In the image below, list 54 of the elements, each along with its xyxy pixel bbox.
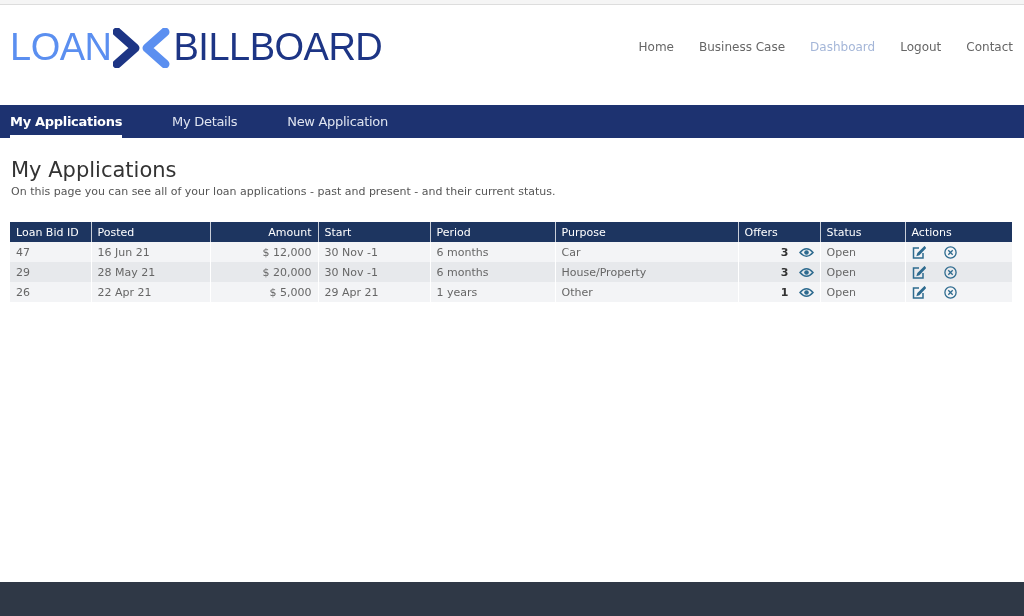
table-cell: 1 years xyxy=(430,282,555,302)
table-cell: Car xyxy=(555,242,738,262)
cancel-icon[interactable] xyxy=(943,285,957,299)
page-heading: My Applications xyxy=(11,158,178,182)
tab[interactable]: My Details xyxy=(172,105,238,138)
nav-link[interactable]: Logout xyxy=(900,40,942,54)
table-cell: 30 Nov -1 xyxy=(318,242,430,262)
eye-icon[interactable] xyxy=(798,287,814,298)
tab[interactable]: New Application xyxy=(287,105,388,138)
table-cell: $ 12,000 xyxy=(210,242,318,262)
column-header: Posted xyxy=(91,222,210,242)
cancel-icon[interactable] xyxy=(943,265,957,279)
table-cell: Open xyxy=(820,242,905,262)
column-header: Purpose xyxy=(555,222,738,242)
table-cell: Other xyxy=(555,282,738,302)
table-cell: 28 May 21 xyxy=(91,262,210,282)
table-cell: Open xyxy=(820,262,905,282)
edit-icon[interactable] xyxy=(911,265,926,279)
table-cell: 6 months xyxy=(430,242,555,262)
cancel-icon[interactable] xyxy=(943,245,957,259)
table-cell: $ 20,000 xyxy=(210,262,318,282)
column-header: Amount xyxy=(210,222,318,242)
column-header: Period xyxy=(430,222,555,242)
offer-count: 3 xyxy=(780,265,789,279)
table-cell: 29 xyxy=(10,262,91,282)
edit-icon[interactable] xyxy=(911,285,926,299)
offer-count: 1 xyxy=(780,285,789,299)
eye-icon[interactable] xyxy=(798,267,814,278)
table-cell: $ 5,000 xyxy=(210,282,318,302)
table-cell: 47 xyxy=(10,242,91,262)
column-header: Actions xyxy=(905,222,1012,242)
table-cell: House/Property xyxy=(555,262,738,282)
table-cell: 6 months xyxy=(430,262,555,282)
table-cell: 22 Apr 21 xyxy=(91,282,210,302)
logo-text: LOAN xyxy=(10,26,112,69)
column-header: Offers xyxy=(738,222,820,242)
intro-text: On this page you can see all of your loan applications - past and present - and their current status. xyxy=(11,185,557,198)
table-cell: 30 Nov -1 xyxy=(318,262,430,282)
tab[interactable]: My Applications xyxy=(10,105,123,138)
table-cell: 16 Jun 21 xyxy=(91,242,210,262)
table-cell: 29 Apr 21 xyxy=(318,282,430,302)
column-header: Start xyxy=(318,222,430,242)
logo-text: BILLBOARD xyxy=(173,26,383,69)
nav-link[interactable]: Contact xyxy=(966,40,1013,54)
table-cell: 26 xyxy=(10,282,91,302)
table-cell: Open xyxy=(820,282,905,302)
eye-icon[interactable] xyxy=(798,247,814,258)
nav-link[interactable]: Business Case xyxy=(699,40,786,54)
offer-count: 3 xyxy=(780,245,789,259)
column-header: Status xyxy=(820,222,905,242)
chevrons-icon xyxy=(113,27,172,68)
edit-icon[interactable] xyxy=(911,245,926,259)
column-header: Loan Bid ID xyxy=(10,222,91,242)
nav-link[interactable]: Home xyxy=(638,40,674,54)
